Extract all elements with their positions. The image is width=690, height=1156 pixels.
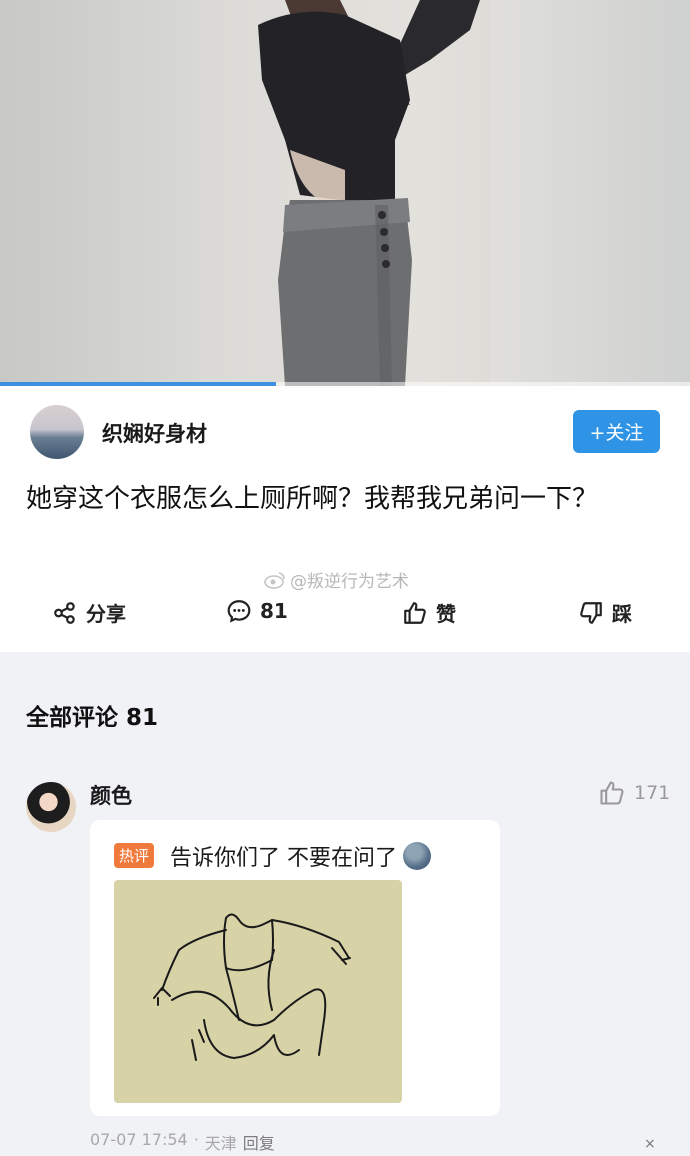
post-actions: 分享 81 赞 踩 <box>0 590 690 634</box>
share-label: 分享 <box>86 602 126 626</box>
comment-count: 81 <box>260 599 288 623</box>
post-text: 她穿这个衣服怎么上厕所啊？我帮我兄弟问一下？ <box>26 484 599 514</box>
commenter-name[interactable]: 颜色 <box>90 780 132 810</box>
share-icon <box>54 601 75 624</box>
weibo-logo-icon <box>264 571 285 589</box>
comment-like-count: 171 <box>634 782 671 804</box>
comments-title: 全部评论 81 <box>26 705 159 731</box>
comment-card: 热评 告诉你们了 不要在问了 <box>90 820 500 1116</box>
thumbs-up-icon <box>600 781 624 805</box>
watermark-text: @叛逆行为艺术 <box>290 572 409 592</box>
author-avatar[interactable] <box>30 405 84 459</box>
comment-image[interactable] <box>114 880 402 1103</box>
watermark: @叛逆行为艺术 <box>264 567 409 592</box>
dislike-label: 踩 <box>612 602 632 626</box>
comment-text: 告诉你们了 不要在问了 <box>170 846 397 871</box>
share-button[interactable]: 分享 <box>52 598 126 627</box>
thumbs-up-icon <box>404 601 426 624</box>
comment-text-row: 告诉你们了 不要在问了 <box>170 840 431 872</box>
comment-meta: 07-07 17:54 · 天津 回复 <box>90 1130 275 1154</box>
sketch-drawing <box>153 913 351 1061</box>
comment-icon <box>227 600 251 623</box>
comment-button[interactable]: 81 <box>226 598 288 624</box>
like-button[interactable]: 赞 <box>402 598 456 627</box>
comment-date: 07-07 17:54 <box>90 1130 188 1149</box>
author-name[interactable]: 织娴好身材 <box>102 418 207 448</box>
follow-button[interactable]: +关注 <box>573 410 660 453</box>
photo-figure <box>258 0 480 386</box>
comment-location: 天津 <box>204 1134 237 1153</box>
post-media[interactable] <box>0 0 690 386</box>
close-icon[interactable]: × <box>644 1136 656 1152</box>
like-label: 赞 <box>436 602 456 626</box>
thumbs-down-icon <box>580 601 602 624</box>
commenter-avatar[interactable] <box>26 782 76 832</box>
reply-button[interactable]: 回复 <box>243 1130 275 1154</box>
meta-dot: · <box>193 1130 199 1149</box>
moon-emoji-icon <box>403 842 431 870</box>
comment-like-button[interactable]: 171 <box>598 779 670 807</box>
hot-comment-badge: 热评 <box>114 843 155 868</box>
dislike-button[interactable]: 踩 <box>578 598 632 627</box>
post-card: 织娴好身材 +关注 她穿这个衣服怎么上厕所啊？我帮我兄弟问一下？ @叛逆行为艺术… <box>0 386 690 652</box>
